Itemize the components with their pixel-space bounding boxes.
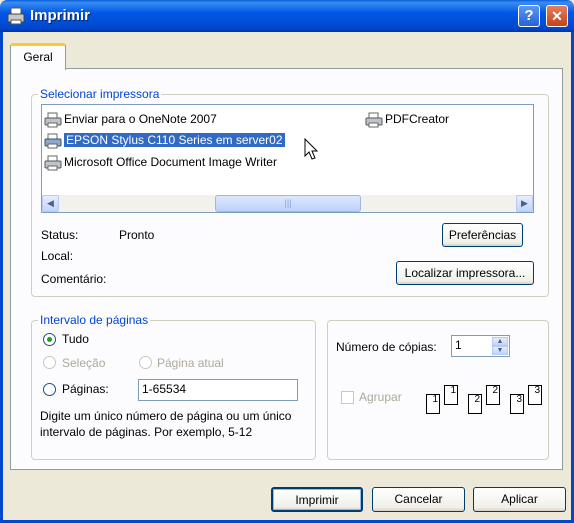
scroll-left-button[interactable]: ◀ — [42, 195, 59, 212]
question-icon: ? — [524, 7, 534, 24]
printer-list[interactable]: Enviar para o OneNote 2007 PDFCreator EP… — [41, 104, 534, 213]
chevron-left-icon: ◀ — [47, 198, 54, 208]
printer-label: Microsoft Office Document Image Writer — [64, 155, 277, 169]
page-range-hint: Digite um único número de página ou um ú… — [40, 409, 292, 439]
print-button[interactable]: Imprimir — [271, 487, 363, 512]
pages-input[interactable]: 1-65534 — [138, 379, 298, 401]
chevron-right-icon: ▶ — [521, 198, 528, 208]
window-title: Imprimir — [30, 7, 91, 24]
radio-selection[interactable] — [43, 356, 56, 369]
apply-button[interactable]: Aplicar — [473, 487, 566, 512]
pages-input-value: 1-65534 — [142, 382, 187, 396]
radio-pages-label: Páginas: — [62, 382, 109, 396]
apply-button-label: Aplicar — [501, 492, 538, 506]
collate-page: 1 — [444, 385, 458, 405]
find-printer-button-label: Localizar impressora... — [404, 266, 526, 280]
location-label: Local: — [41, 249, 74, 263]
radio-all-label: Tudo — [62, 332, 89, 346]
radio-current-page[interactable] — [139, 356, 152, 369]
collate-checkbox[interactable] — [341, 391, 354, 404]
chevron-down-icon: ▼ — [496, 347, 504, 354]
collate-page: 3 — [528, 385, 542, 405]
radio-all[interactable] — [43, 333, 56, 346]
copies-stepper[interactable]: 1 ▲ ▼ — [451, 335, 510, 357]
copies-value: 1 — [455, 338, 462, 352]
status-value: Pronto — [119, 228, 155, 242]
collate-page: 2 — [468, 394, 482, 414]
printer-item-mso-image-writer[interactable]: Microsoft Office Document Image Writer — [44, 153, 277, 171]
printer-icon — [44, 112, 62, 128]
printer-label: EPSON Stylus C110 Series em server02 — [64, 133, 285, 147]
title-bar[interactable]: Imprimir ? ✕ — [0, 0, 574, 32]
preferences-button-label: Preferências — [448, 228, 517, 242]
copies-label: Número de cópias: — [336, 340, 437, 354]
printer-icon — [365, 112, 383, 128]
preferences-button[interactable]: Preferências — [442, 223, 523, 247]
radio-selection-label: Seleção — [62, 356, 106, 370]
printer-icon — [7, 7, 25, 25]
tab-general[interactable]: Geral — [10, 43, 66, 70]
tab-label: Geral — [23, 50, 53, 64]
print-button-label: Imprimir — [295, 493, 339, 507]
collate-page: 3 — [510, 394, 524, 414]
collate-page: 1 — [426, 394, 440, 414]
printer-label: PDFCreator — [385, 112, 450, 126]
printer-item-onenote[interactable]: Enviar para o OneNote 2007 — [44, 110, 217, 128]
printer-label: Enviar para o OneNote 2007 — [64, 112, 217, 126]
help-button[interactable]: ? — [518, 5, 540, 27]
printer-icon — [44, 155, 62, 171]
stepper-up-button[interactable]: ▲ — [492, 337, 508, 346]
page-range-legend: Intervalo de páginas — [38, 313, 151, 327]
network-printer-icon — [44, 133, 62, 149]
stepper-down-button[interactable]: ▼ — [492, 346, 508, 355]
printer-item-epson[interactable]: EPSON Stylus C110 Series em server02 — [44, 131, 285, 149]
cancel-button-label: Cancelar — [394, 492, 443, 506]
chevron-up-icon: ▲ — [496, 338, 504, 345]
cancel-button[interactable]: Cancelar — [372, 487, 465, 512]
grip-icon: ||| — [284, 198, 292, 208]
mouse-cursor-icon — [304, 138, 319, 160]
comment-label: Comentário: — [41, 272, 107, 286]
find-printer-button[interactable]: Localizar impressora... — [396, 261, 534, 285]
radio-pages[interactable] — [43, 383, 56, 396]
scroll-thumb[interactable]: ||| — [215, 195, 361, 212]
collate-page: 2 — [486, 385, 500, 405]
collate-label: Agrupar — [359, 390, 402, 404]
scroll-right-button[interactable]: ▶ — [516, 195, 533, 212]
select-printer-legend: Selecionar impressora — [38, 87, 162, 101]
radio-current-page-label: Página atual — [157, 356, 224, 370]
status-label: Status: — [41, 228, 79, 242]
close-icon: ✕ — [551, 8, 563, 24]
close-button[interactable]: ✕ — [546, 5, 568, 27]
printer-list-scrollbar[interactable]: ◀ ||| ▶ — [42, 195, 533, 212]
printer-item-pdfcreator[interactable]: PDFCreator — [365, 110, 449, 128]
